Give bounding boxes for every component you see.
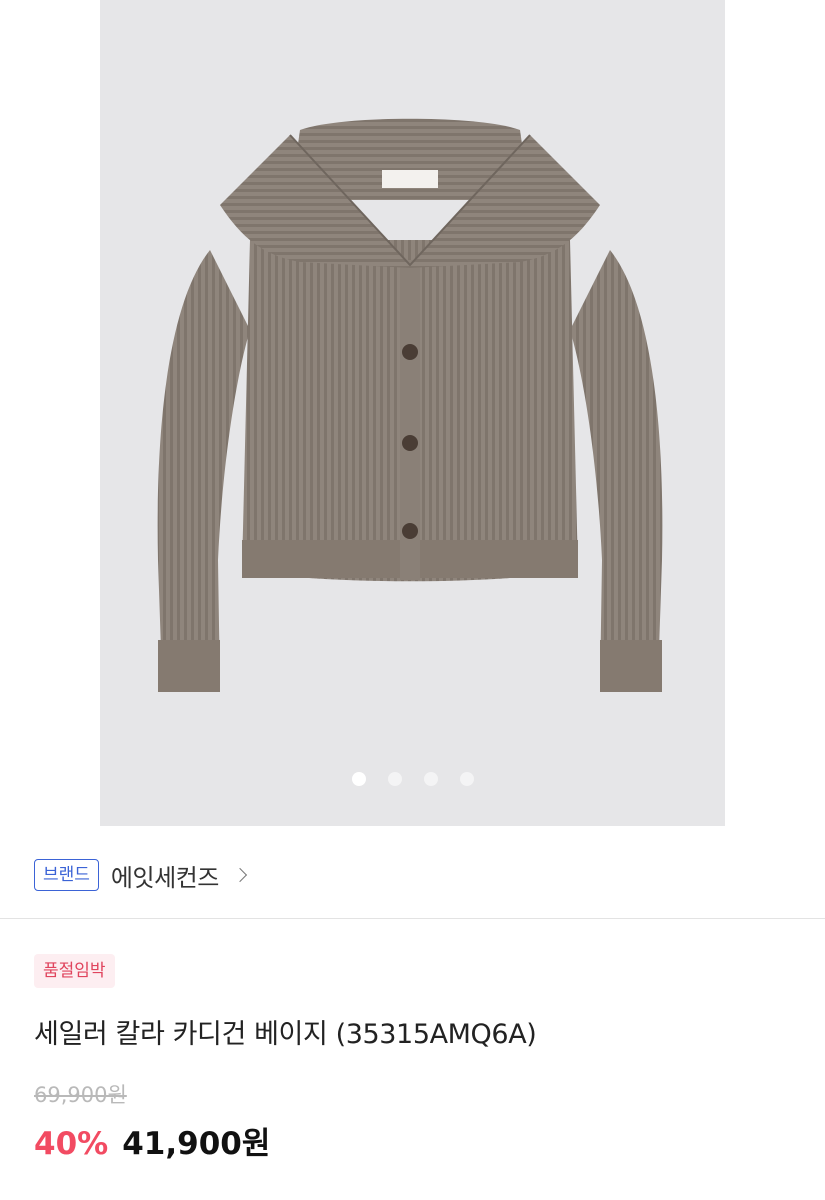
discount-rate: 40% — [34, 1126, 109, 1162]
chevron-right-icon[interactable] — [232, 867, 247, 883]
section-divider — [0, 918, 825, 919]
brand-name[interactable]: 에잇세컨즈 — [111, 858, 219, 893]
product-detail-page: 브랜드 에잇세컨즈 품절임박 세일러 칼라 카디건 베이지 (35315AMQ6… — [0, 0, 825, 1200]
carousel-dot[interactable] — [387, 772, 402, 786]
sale-price: 41,900원 — [122, 1126, 271, 1162]
price-row: 40% 41,900원 — [34, 1118, 270, 1163]
stock-status-badge: 품절임박 — [34, 954, 115, 988]
original-price: 69,900원 — [34, 1083, 127, 1107]
carousel-pagination — [100, 771, 725, 787]
product-image[interactable] — [100, 0, 725, 826]
carousel-dot[interactable] — [423, 772, 438, 786]
brand-link[interactable]: 브랜드 에잇세컨즈 — [34, 857, 247, 893]
product-image-carousel[interactable] — [100, 0, 725, 826]
brand-badge: 브랜드 — [34, 859, 99, 891]
carousel-dot[interactable] — [351, 772, 366, 786]
carousel-dot[interactable] — [459, 772, 474, 786]
product-title: 세일러 칼라 카디건 베이지 (35315AMQ6A) — [34, 1019, 537, 1050]
